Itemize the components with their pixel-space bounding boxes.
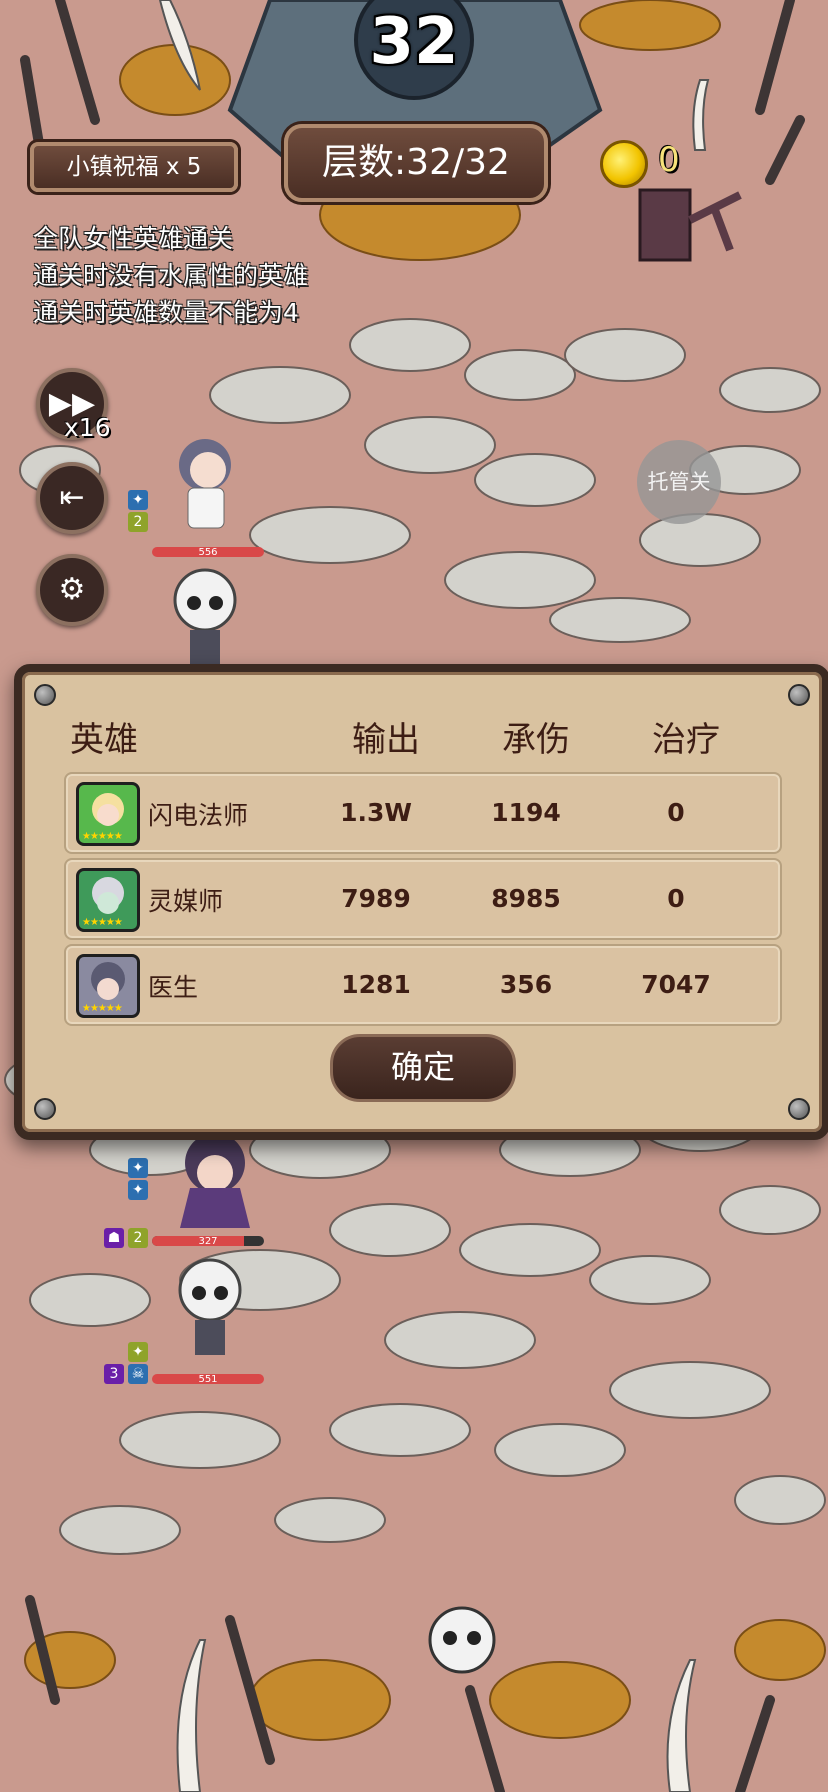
damage-taken-value: 1194 (491, 798, 561, 827)
hero-name: 灵媒师 (148, 887, 224, 916)
exit-icon: ⇤ (59, 480, 85, 515)
exit-button[interactable]: ⇤ (36, 462, 108, 534)
rivet-icon (34, 684, 56, 706)
hero-name: 闪电法师 (148, 801, 249, 830)
skull-element-icon: ☠ (128, 1364, 148, 1384)
condition-text: 通关时英雄数量不能为4 (33, 298, 299, 327)
wind-element-icon: ✦ (128, 1158, 148, 1178)
blessing-plaque[interactable]: 小镇祝福 x 5 (30, 142, 238, 192)
hero-portrait: ★★★★★ (76, 868, 140, 932)
hero-sprite-medium (180, 1133, 250, 1228)
hero-stat-row: ★★★★★ 灵媒师 7989 8985 0 (64, 858, 782, 940)
game-scene: ✦ 2 556 ✦ ✦ ☗ 2 327 ✦ 3 ☠ 551 32 小镇祝福 x … (0, 0, 828, 1792)
confirm-button[interactable]: 确定 (330, 1034, 516, 1102)
header-hero: 英雄 (70, 720, 138, 760)
skeleton-hero-sprite (178, 1258, 242, 1355)
damage-taken-value: 8985 (491, 884, 561, 913)
settings-button[interactable]: ⚙ (36, 554, 108, 626)
water-element-icon: ✦ (128, 1180, 148, 1200)
hp-value: 327 (198, 1236, 218, 1247)
rivet-icon (788, 684, 810, 706)
hero-stat-row: ★★★★★ 医生 1281 356 7047 (64, 944, 782, 1026)
healing-value: 0 (667, 884, 685, 913)
damage-value: 1281 (341, 970, 411, 999)
gold-count: 0 (658, 140, 680, 180)
battle-summary-panel: 英雄 输出 承伤 治疗 ★★★★★ 闪电法师 1.3W 1194 0 ★★★★★… (14, 664, 828, 1140)
dark-element-icon: ☗ (104, 1228, 124, 1248)
level-badge: 2 (128, 1228, 148, 1248)
header-damage-taken: 承伤 (502, 720, 570, 760)
rivet-icon (788, 1098, 810, 1120)
water-element-icon: ✦ (128, 490, 148, 510)
hero-stat-row: ★★★★★ 闪电法师 1.3W 1194 0 (64, 772, 782, 854)
star-rating-icon: ★★★★★ (82, 831, 123, 842)
healing-value: 7047 (641, 970, 711, 999)
element-icon: ✦ (128, 1342, 148, 1362)
header-healing: 治疗 (652, 720, 720, 760)
healing-value: 0 (667, 798, 685, 827)
condition-text: 全队女性英雄通关 (33, 224, 234, 253)
floor-indicator: 层数:32/32 (284, 124, 548, 202)
skeleton-enemy-sprite (173, 568, 237, 665)
damage-taken-value: 356 (499, 970, 553, 999)
hero-sprite-doctor (179, 439, 231, 529)
gold-coin-icon (600, 140, 648, 188)
level-badge: 2 (128, 512, 148, 532)
rivet-icon (34, 1098, 56, 1120)
hero-portrait: ★★★★★ (76, 954, 140, 1018)
star-rating-icon: ★★★★★ (82, 1003, 123, 1014)
speed-label: x16 (64, 413, 111, 442)
hp-value: 556 (198, 547, 218, 558)
damage-value: 7989 (341, 884, 411, 913)
auto-battle-toggle[interactable]: 托管关 (637, 440, 721, 524)
stage-conditions: 全队女性英雄通关 通关时没有水属性的英雄 通关时英雄数量不能为4 (33, 220, 308, 331)
gear-icon: ⚙ (58, 572, 86, 607)
hero-portrait: ★★★★★ (76, 782, 140, 846)
header-damage: 输出 (352, 720, 420, 760)
round-number: 32 (369, 5, 459, 79)
star-rating-icon: ★★★★★ (82, 917, 123, 928)
level-badge: 3 (104, 1364, 124, 1384)
condition-text: 通关时没有水属性的英雄 (33, 261, 309, 290)
hp-value: 551 (198, 1374, 218, 1385)
hero-name: 医生 (148, 973, 199, 1002)
damage-value: 1.3W (340, 798, 412, 827)
